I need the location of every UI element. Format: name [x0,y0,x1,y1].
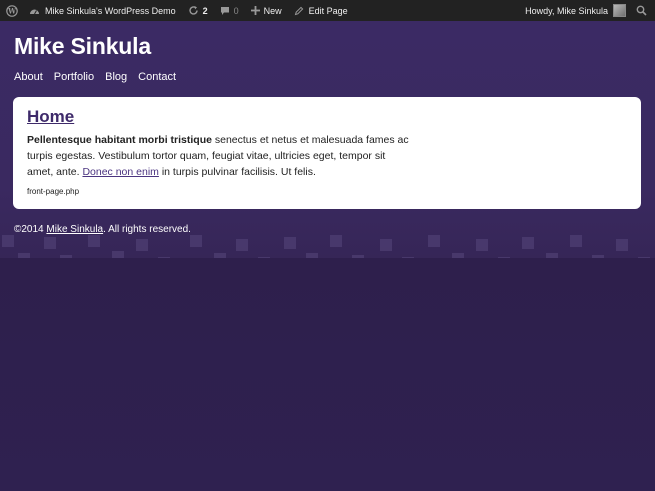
search-icon[interactable] [636,0,647,21]
comments-button[interactable]: 0 [220,0,239,21]
plus-icon [250,6,260,15]
new-label: New [263,5,282,16]
admin-bar-site-name[interactable]: Mike Sinkula's WordPress Demo [29,0,176,21]
svg-text:W: W [7,6,16,15]
page-background [0,258,655,491]
admin-bar: W Mike Sinkula's WordPress Demo 2 0 New [0,0,655,21]
nav-item-contact[interactable]: Contact [138,71,176,83]
nav-item-about[interactable]: About [14,71,43,83]
edit-page-button[interactable]: Edit Page [294,0,348,21]
new-content-button[interactable]: New [250,0,282,21]
dashboard-icon [29,6,40,16]
footer: ©2014 Mike Sinkula. All rights reserved. [14,224,191,235]
inline-link[interactable]: Donec non enim [82,166,158,178]
site-title[interactable]: Mike Sinkula [14,33,151,60]
howdy-label: Howdy, Mike Sinkula [525,5,608,16]
account-menu[interactable]: Howdy, Mike Sinkula [525,0,626,21]
content-card: Home Pellentesque habitant morbi tristiq… [13,97,641,209]
avatar [613,4,626,17]
admin-bar-site-label: Mike Sinkula's WordPress Demo [45,5,176,16]
page-title[interactable]: Home [27,107,627,127]
nav-item-portfolio[interactable]: Portfolio [54,71,94,83]
edit-page-label: Edit Page [308,5,348,16]
comment-bubble-icon [220,6,230,16]
pencil-icon [294,6,304,16]
copyright-prefix: ©2014 [14,224,47,235]
updates-button[interactable]: 2 [188,0,208,21]
footer-author-link[interactable]: Mike Sinkula [46,224,103,235]
refresh-icon [188,5,199,16]
main-navigation: About Portfolio Blog Contact [14,71,176,83]
nav-item-blog[interactable]: Blog [105,71,127,83]
template-name: front-page.php [27,187,80,196]
updates-count: 2 [202,5,208,16]
paragraph-text-2: in turpis pulvinar facilisis. Ut felis. [158,166,316,178]
bold-text: Pellentesque habitant morbi tristique [27,134,212,146]
wordpress-logo-icon[interactable]: W [6,0,18,21]
content-paragraph: Pellentesque habitant morbi tristique se… [27,132,412,180]
comments-count: 0 [233,5,239,16]
footer-suffix: . All rights reserved. [103,224,191,235]
